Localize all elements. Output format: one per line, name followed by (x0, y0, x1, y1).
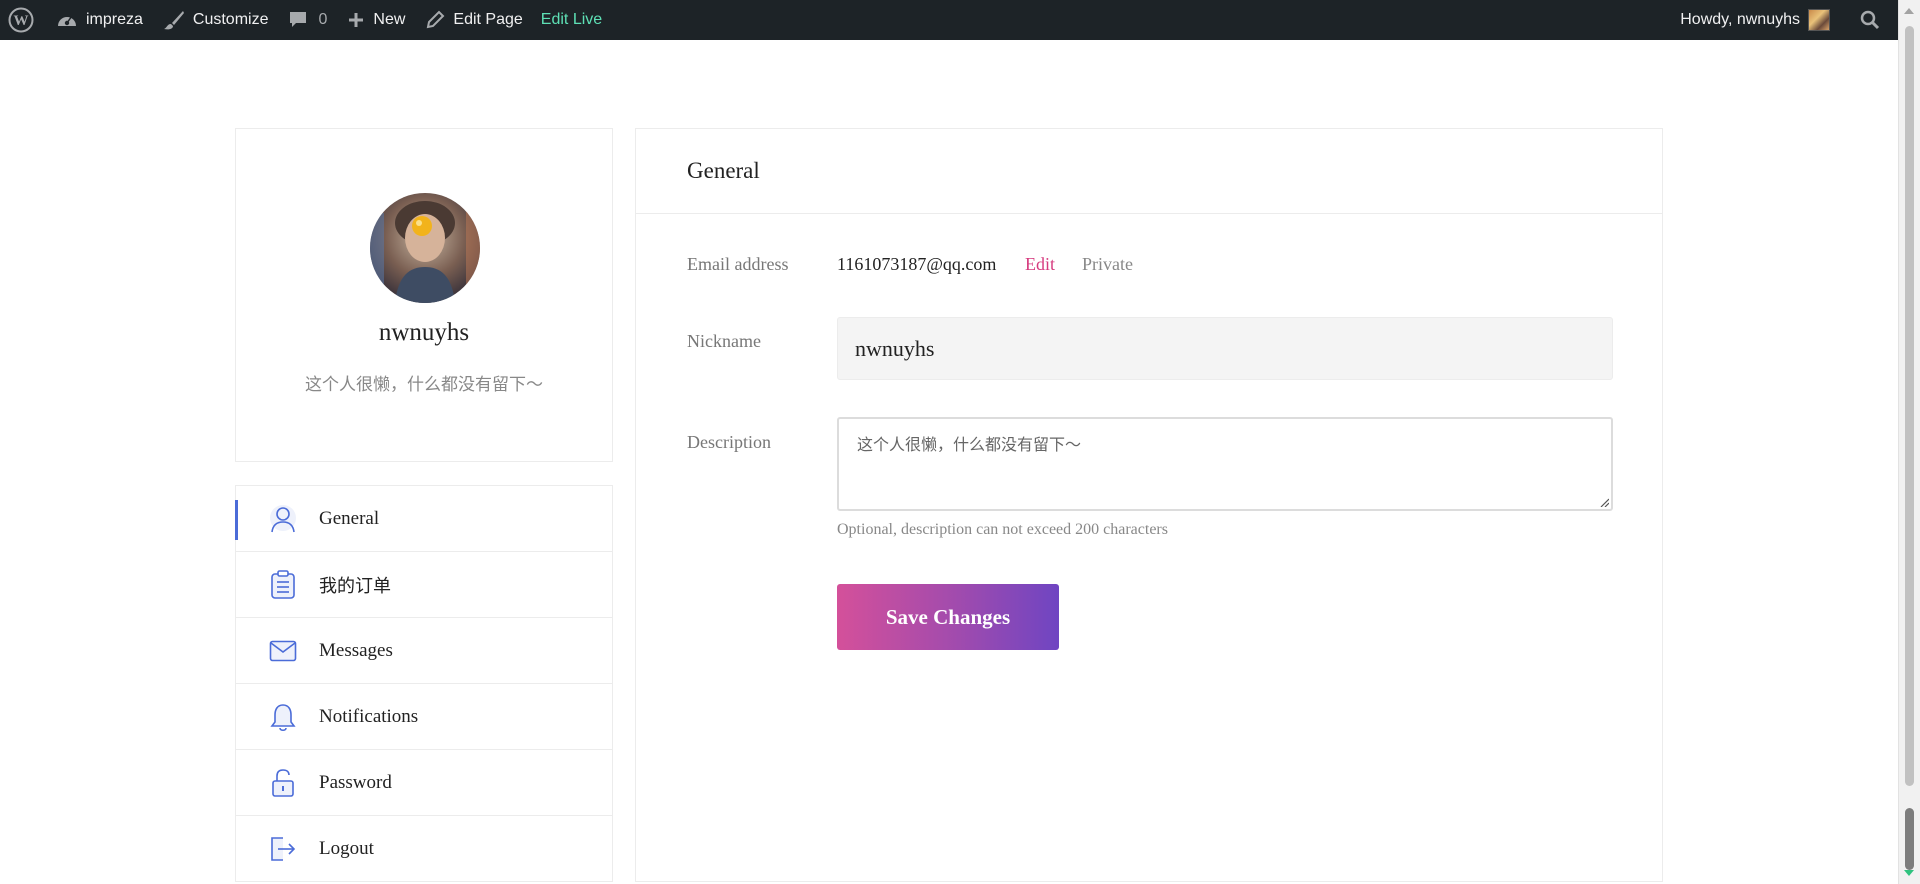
logout-icon (268, 834, 298, 864)
page-title: General (687, 158, 760, 183)
description-label: Description (687, 432, 771, 452)
profile-description: 这个人很懒，什么都没有留下～ (305, 375, 543, 395)
account-nav: General 我的订单 Messages Notifications Pass… (235, 485, 613, 882)
resize-grip-icon[interactable] (1599, 497, 1609, 507)
nav-label-messages: Messages (319, 639, 393, 661)
description-text: 这个人很懒，什么都没有留下～ (857, 435, 1082, 454)
bell-icon (268, 702, 298, 732)
lock-icon (268, 768, 298, 798)
nav-item-messages[interactable]: Messages (236, 618, 612, 684)
search-icon (1860, 10, 1880, 30)
clipboard-icon (268, 569, 298, 600)
nav-label-notifications: Notifications (319, 705, 419, 727)
site-name-label: impreza (86, 11, 143, 28)
description-hint: Optional, description can not exceed 200… (837, 521, 1168, 538)
new-content-link[interactable]: New (337, 0, 415, 40)
customize-label: Customize (192, 11, 269, 28)
my-account-link[interactable]: Howdy, nwnuyhs (1670, 0, 1840, 40)
svg-text:W: W (14, 13, 29, 29)
edit-page-label: Edit Page (453, 11, 523, 28)
email-value: 1161073187@qq.com (837, 254, 997, 274)
profile-card: nwnuyhs 这个人很懒，什么都没有留下～ (235, 128, 613, 462)
scroll-thumb[interactable] (1905, 808, 1914, 870)
comments-link[interactable]: 0 (278, 0, 337, 40)
nav-item-password[interactable]: Password (236, 750, 612, 816)
nav-item-orders[interactable]: 我的订单 (236, 552, 612, 618)
pencil-icon (427, 10, 445, 29)
comments-count: 0 (318, 11, 328, 28)
scroll-track[interactable] (1905, 26, 1914, 786)
email-private-label: Private (1082, 254, 1133, 274)
profile-name: nwnuyhs (378, 319, 470, 346)
edit-live-link[interactable]: Edit Live (533, 0, 612, 40)
plus-icon (349, 13, 364, 27)
user-icon (268, 504, 298, 534)
avatar (370, 193, 480, 303)
admin-avatar (1808, 9, 1830, 31)
search-button[interactable] (1840, 0, 1898, 40)
panel-header: General (636, 129, 1662, 214)
description-textarea[interactable]: 这个人很懒，什么都没有留下～ (837, 417, 1613, 511)
nav-label-orders: 我的订单 (319, 575, 391, 597)
save-changes-button[interactable]: Save Changes (837, 584, 1059, 650)
email-label: Email address (687, 254, 789, 274)
nickname-label: Nickname (687, 331, 761, 351)
edit-page-link[interactable]: Edit Page (415, 0, 532, 40)
nickname-input[interactable]: nwnuyhs (837, 317, 1613, 380)
nav-label-logout: Logout (319, 838, 374, 859)
email-edit-link[interactable]: Edit (1025, 254, 1055, 275)
scroll-down-arrow-icon[interactable] (1904, 870, 1914, 876)
page-scrollbar[interactable] (1898, 0, 1920, 884)
envelope-icon (268, 636, 298, 666)
nav-item-general[interactable]: General (235, 486, 612, 552)
howdy-label: Howdy, nwnuyhs (1680, 11, 1800, 28)
paintbrush-icon (163, 11, 184, 30)
comment-icon (290, 12, 307, 27)
wordpress-icon: W (8, 7, 34, 33)
new-label: New (373, 11, 406, 28)
nav-item-notifications[interactable]: Notifications (236, 684, 612, 750)
nav-item-logout[interactable]: Logout (236, 816, 612, 882)
customize-link[interactable]: Customize (153, 0, 279, 40)
site-name-link[interactable]: impreza (46, 0, 153, 40)
nav-label-general: General (319, 507, 380, 529)
scroll-up-arrow-icon[interactable] (1904, 8, 1914, 14)
nav-label-password: Password (319, 771, 392, 793)
dashboard-icon (58, 16, 76, 26)
wordpress-logo-button[interactable]: W (0, 0, 46, 40)
settings-panel: General Email address 1161073187@qq.com … (635, 128, 1663, 882)
wp-admin-bar: W impreza Customize 0 New Edit Page Edit… (0, 0, 1898, 40)
